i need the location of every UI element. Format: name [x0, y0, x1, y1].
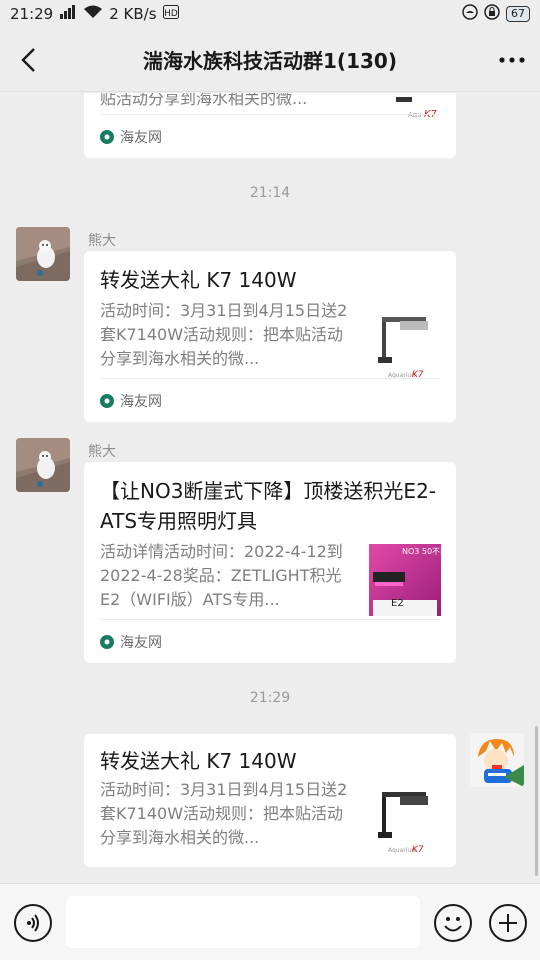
emoji-icon — [444, 917, 462, 932]
card-source: 海友网 — [120, 634, 162, 651]
card-footer: 海友网 — [100, 619, 440, 663]
lock-icon — [484, 4, 500, 24]
link-card[interactable]: 转发送大礼 K7 140W 活动时间：3月31日到4月15日送2套K7140W活… — [84, 734, 456, 867]
hd-icon: HD — [162, 5, 179, 23]
card-description: 活动详情活动时间：2022-4-12到2022-4-28奖品：ZETLIGHT积… — [100, 542, 343, 609]
card-source: 海友网 — [120, 129, 162, 146]
battery-indicator: 67 — [506, 6, 530, 22]
card-footer: 海友网 — [100, 378, 440, 422]
more-functions-button[interactable] — [489, 904, 527, 942]
my-avatar[interactable] — [470, 733, 524, 787]
notification-icon — [462, 4, 478, 24]
thumb-headline: NO3 50不靠谱 — [402, 546, 441, 556]
title-bar: 湍海水族科技活动群1(130) — [0, 28, 540, 92]
lamp-thumbnail-icon: NO3 50不靠谱 E2 — [369, 544, 441, 616]
status-bar: 21:29 2 KB/s HD 67 — [0, 0, 540, 28]
sender-name: 熊大 — [88, 444, 116, 460]
card-source: 海友网 — [120, 393, 162, 410]
plus-icon — [499, 914, 517, 932]
card-description: 活动时间：3月31日到4月15日送2套K7140W活动规则：把本贴活动分享到海水… — [100, 301, 348, 368]
chat-area[interactable]: 贴活动分享到海水相关的微... Aqu K7 海友网 21:14 熊大 转发送大… — [0, 93, 540, 883]
voice-icon — [27, 914, 39, 932]
chevron-left-icon — [21, 47, 35, 72]
status-time: 21:29 — [10, 5, 54, 23]
avatar[interactable] — [16, 438, 70, 492]
voice-button[interactable] — [14, 904, 52, 942]
network-speed: 2 KB/s — [109, 5, 157, 23]
svg-text:HD: HD — [164, 9, 178, 19]
thumb-label: E2 — [391, 598, 404, 609]
input-bar — [0, 883, 540, 960]
avatar[interactable] — [16, 227, 70, 281]
source-icon — [100, 634, 114, 649]
scrollbar[interactable] — [535, 726, 538, 876]
back-button[interactable] — [0, 28, 56, 92]
more-dots-icon — [499, 56, 525, 63]
svg-text:K7: K7 — [412, 845, 424, 855]
card-footer: 海友网 — [100, 114, 440, 158]
link-card[interactable]: 转发送大礼 K7 140W 活动时间：3月31日到4月15日送2套K7140W活… — [84, 251, 456, 422]
link-card[interactable]: 贴活动分享到海水相关的微... Aqu K7 海友网 — [84, 93, 456, 158]
card-title: 转发送大礼 K7 140W — [100, 268, 297, 292]
link-card[interactable]: 【让NO3断崖式下降】顶楼送积光E2-ATS专用照明灯具 活动详情活动时间：20… — [84, 462, 456, 663]
emoji-button[interactable] — [434, 904, 472, 942]
timestamp: 21:29 — [249, 690, 291, 706]
card-description: 贴活动分享到海水相关的微... — [100, 93, 308, 108]
source-icon — [100, 393, 114, 408]
wifi-icon — [83, 5, 103, 23]
lamp-thumbnail-icon: Aquarium K7 — [378, 317, 428, 380]
card-title: 转发送大礼 K7 140W — [100, 749, 297, 773]
source-icon — [100, 129, 114, 144]
more-button[interactable] — [484, 28, 540, 92]
message-input[interactable] — [66, 896, 420, 948]
signal-icon — [59, 5, 77, 23]
lamp-thumbnail-icon: Aquarium K7 — [378, 792, 428, 855]
card-description: 活动时间：3月31日到4月15日送2套K7140W活动规则：把本贴活动分享到海水… — [100, 780, 348, 847]
sender-name: 熊大 — [88, 233, 116, 249]
card-title: 【让NO3断崖式下降】顶楼送积光E2-ATS专用照明灯具 — [100, 479, 437, 533]
timestamp: 21:14 — [249, 185, 291, 201]
chat-title: 湍海水族科技活动群1(130) — [143, 49, 397, 73]
